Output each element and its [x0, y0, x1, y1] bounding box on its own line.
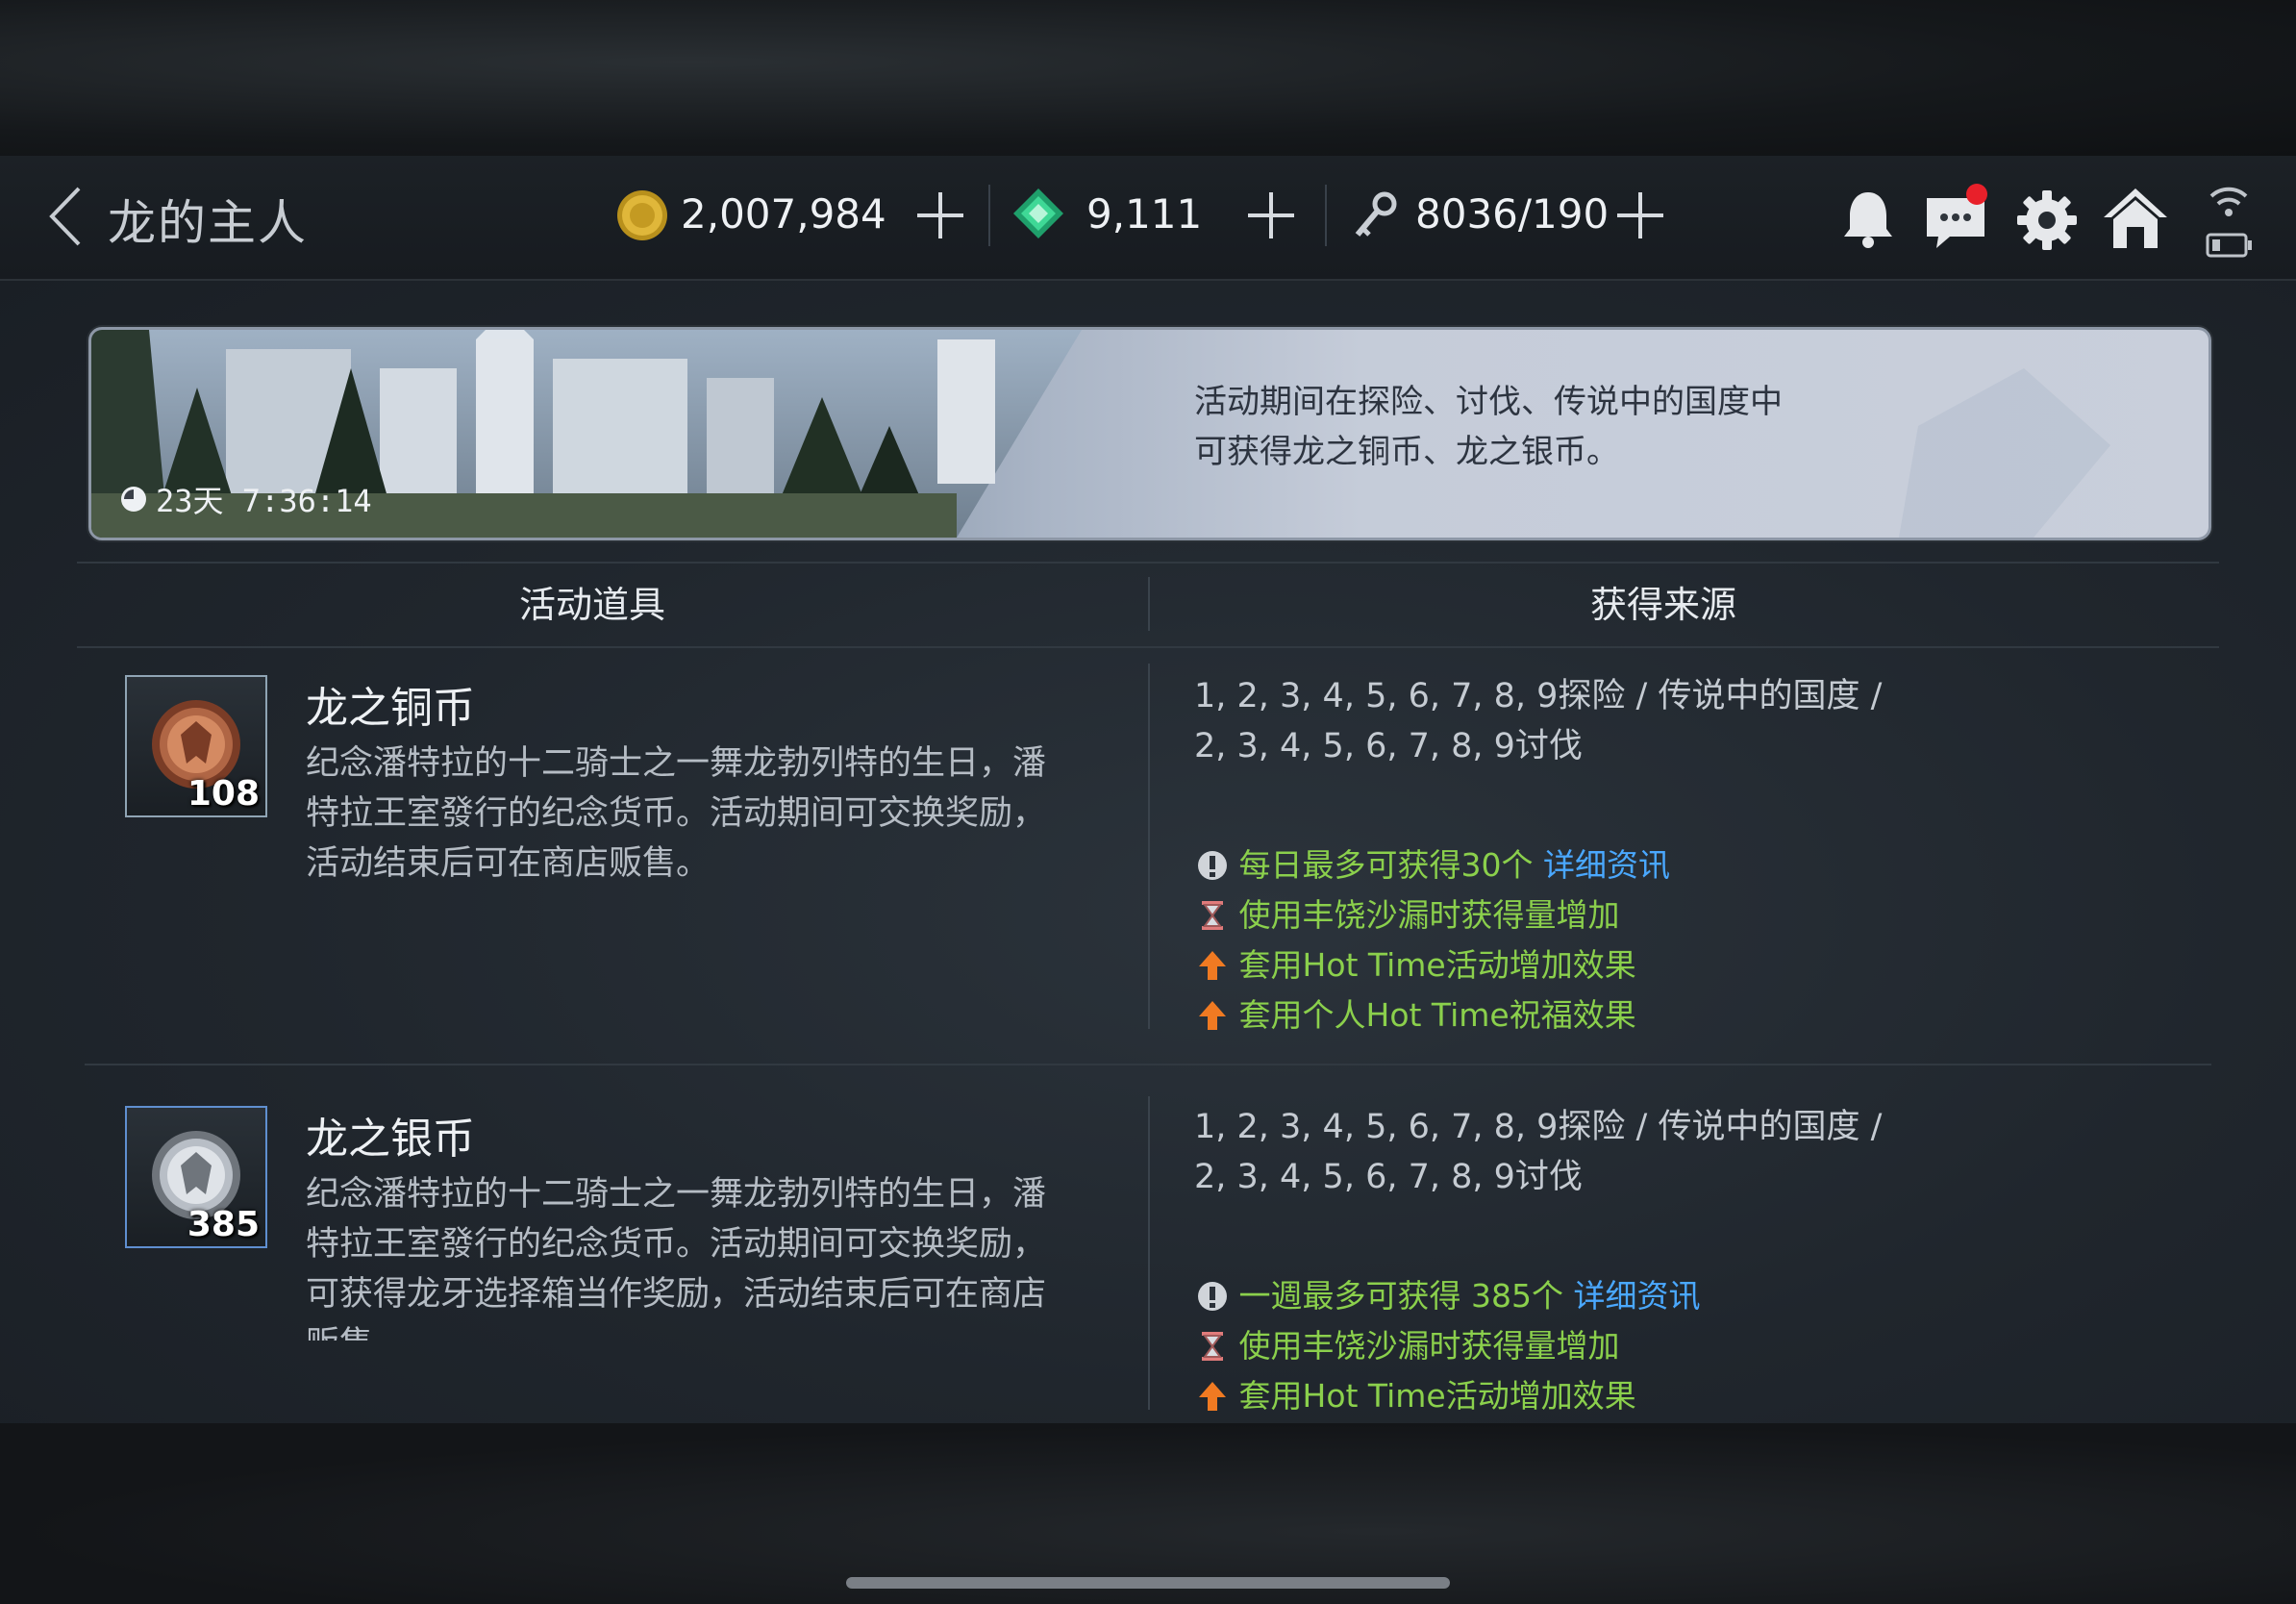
clock-icon: [121, 487, 146, 512]
add-stamina-button[interactable]: [1617, 192, 1663, 238]
description-line: 特拉王室發行的纪念货币。活动期间可交换奖励，: [306, 794, 1047, 833]
divider: [1148, 664, 1150, 1029]
event-banner: [88, 327, 2211, 540]
source-line: 2, 3, 4, 5, 6, 7, 8, 9讨伐: [1194, 1158, 1583, 1196]
info-icon: [1198, 851, 1227, 880]
divider: [85, 1064, 2211, 1065]
divider: [1148, 1096, 1150, 1410]
item-count: 385: [187, 1205, 260, 1244]
source-line: 2, 3, 4, 5, 6, 7, 8, 9讨伐: [1194, 727, 1583, 765]
details-link[interactable]: 详细资讯: [1573, 1277, 1700, 1315]
column-header-items: 活动道具: [519, 584, 666, 626]
description-line: 贩售。: [306, 1319, 1104, 1341]
hourglass-note: 使用丰饶沙漏时获得量增加: [1196, 1321, 1620, 1371]
battery-icon: [2206, 233, 2252, 258]
column-header-sources: 获得来源: [1590, 584, 1737, 626]
banner-description: 活动期间在探险、讨伐、传说中的国度中 可获得龙之铜币、龙之银币。: [1194, 377, 1783, 477]
banner-line: 可获得龙之铜币、龙之银币。: [1194, 433, 1619, 471]
divider: [77, 562, 2219, 564]
hourglass-note: 使用丰饶沙漏时获得量增加: [1196, 890, 1620, 940]
divider: [1325, 185, 1327, 246]
add-gem-button[interactable]: [1248, 192, 1294, 238]
note-text: 套用Hot Time活动增加效果: [1238, 1377, 1636, 1415]
divider: [1148, 577, 1150, 631]
add-gold-button[interactable]: [917, 192, 963, 238]
bell-icon[interactable]: [1838, 187, 1898, 252]
hourglass-icon: [1202, 1332, 1223, 1361]
daily-limit-note: 每日最多可获得30个 详细资讯: [1196, 840, 1670, 890]
home-indicator[interactable]: [846, 1577, 1450, 1589]
gold-coin-icon: [617, 190, 667, 240]
source-text: 1, 2, 3, 4, 5, 6, 7, 8, 9探险 / 传说中的国度 / 2…: [1194, 671, 1882, 771]
castle-artwork: [91, 330, 2110, 538]
stamina-amount: 8036/190: [1415, 190, 1610, 238]
event-timer: 23天 7:36:14: [156, 483, 372, 519]
description-line: 可获得龙牙选择箱当作奖励，活动结束后可在商店: [306, 1275, 1047, 1314]
gear-icon[interactable]: [2015, 188, 2079, 252]
arrow-up-icon: [1199, 1382, 1226, 1411]
item-count: 108: [187, 774, 260, 814]
banner-line: 活动期间在探险、讨伐、传说中的国度中: [1194, 383, 1783, 421]
chat-icon[interactable]: [1923, 181, 1992, 252]
description-line: 纪念潘特拉的十二骑士之一舞龙勃列特的生日，潘: [306, 744, 1047, 783]
hottime-note: 套用Hot Time活动增加效果: [1196, 940, 1636, 990]
limit-text: 每日最多可获得30个: [1238, 846, 1534, 884]
wifi-icon: [2209, 187, 2248, 216]
copper-coin-slot[interactable]: 108: [125, 675, 267, 817]
description-line: 纪念潘特拉的十二骑士之一舞龙勃列特的生日，潘: [306, 1175, 1047, 1214]
note-text: 套用Hot Time活动增加效果: [1238, 946, 1636, 984]
note-text: 使用丰饶沙漏时获得量增加: [1238, 896, 1620, 934]
item-description: 纪念潘特拉的十二骑士之一舞龙勃列特的生日，潘 特拉王室發行的纪念货币。活动期间可…: [306, 1169, 1104, 1341]
source-line: 1, 2, 3, 4, 5, 6, 7, 8, 9探险 / 传说中的国度 /: [1194, 677, 1883, 715]
source-line: 1, 2, 3, 4, 5, 6, 7, 8, 9探险 / 传说中的国度 /: [1194, 1108, 1883, 1146]
green-gem-icon: [1013, 188, 1063, 238]
divider: [988, 185, 990, 246]
hourglass-icon: [1202, 901, 1223, 930]
source-text: 1, 2, 3, 4, 5, 6, 7, 8, 9探险 / 传说中的国度 / 2…: [1194, 1102, 1882, 1202]
description-line: 特拉王室發行的纪念货币。活动期间可交换奖励，: [306, 1225, 1047, 1264]
divider: [77, 646, 2219, 648]
key-icon: [1355, 191, 1397, 237]
item-description: 纪念潘特拉的十二骑士之一舞龙勃列特的生日，潘 特拉王室發行的纪念货币。活动期间可…: [306, 739, 1104, 889]
info-icon: [1198, 1282, 1227, 1311]
silver-coin-slot[interactable]: 385: [125, 1106, 267, 1248]
limit-text: 一週最多可获得 385个: [1238, 1277, 1563, 1315]
item-name: 龙之铜币: [306, 684, 475, 733]
note-text: 套用个人Hot Time祝福效果: [1238, 996, 1636, 1034]
hottime-note: 套用Hot Time活动增加效果: [1196, 1371, 1636, 1416]
arrow-up-icon: [1199, 951, 1226, 980]
personal-hottime-note: 套用个人Hot Time祝福效果: [1196, 990, 1636, 1040]
gold-amount: 2,007,984: [681, 190, 886, 238]
details-link[interactable]: 详细资讯: [1543, 846, 1670, 884]
weekly-limit-note: 一週最多可获得 385个 详细资讯: [1196, 1271, 1700, 1321]
description-line: 活动结束后可在商店贩售。: [306, 844, 711, 883]
arrow-up-icon: [1199, 1001, 1226, 1030]
background-top: [0, 0, 2296, 156]
chevron-left-icon[interactable]: [46, 183, 85, 250]
item-name: 龙之银币: [306, 1115, 475, 1164]
gem-amount: 9,111: [1086, 190, 1203, 238]
page-title: 龙的主人: [108, 195, 308, 251]
home-icon[interactable]: [2102, 185, 2169, 252]
note-text: 使用丰饶沙漏时获得量增加: [1238, 1327, 1620, 1365]
